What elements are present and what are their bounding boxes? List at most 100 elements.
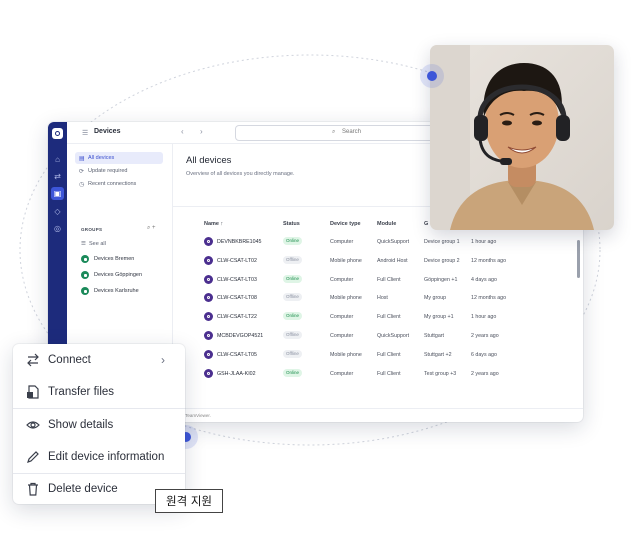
device-name: CLW-CSAT-LT22 (217, 314, 257, 321)
home-icon[interactable]: ⌂ (51, 153, 64, 166)
device-type: Computer (330, 314, 354, 321)
status-badge: Offline (283, 293, 302, 302)
column-header-status[interactable]: Status (283, 221, 300, 227)
device-icon (204, 274, 213, 284)
device-group: Device group 1 (424, 239, 460, 245)
device-icon (204, 312, 213, 322)
device-icon (204, 237, 213, 246)
sidebar-item-update-required[interactable]: ⟳ Update required (75, 165, 163, 177)
group-actions[interactable]: ⌕ + (147, 225, 156, 232)
device-type: Mobile phone (330, 257, 362, 264)
group-label: Devices Bremen (94, 256, 135, 262)
device-name: DEVNBKBRE1045 (217, 239, 262, 245)
menu-item-label: Show details (48, 419, 114, 431)
search-groups-icon[interactable]: ⌕ (147, 225, 150, 231)
search-input[interactable]: ⌕ Search Ctrl + K (235, 125, 460, 141)
menu-item-edit-device-information[interactable]: Edit device information (13, 441, 185, 473)
sidebar-item-label: Update required (88, 168, 128, 174)
last-seen: 12 months ago (471, 257, 507, 264)
table-row[interactable]: CLW-CSAT-LT08 Offline Mobile phone Host My g… (173, 289, 583, 308)
last-seen: 1 hour ago (471, 314, 497, 321)
device-module: QuickSupport (377, 239, 410, 245)
device-context-menu: Connect › Transfer files Show details Ed… (13, 344, 185, 504)
device-module: Full Client (377, 314, 401, 321)
menu-item-show-details[interactable]: Show details (13, 409, 185, 441)
last-seen: 12 months ago (471, 295, 507, 302)
status-badge: Offline (283, 331, 302, 339)
device-module: Full Client (377, 276, 401, 283)
search-placeholder: Search (342, 129, 362, 135)
column-header-module[interactable]: Module (377, 221, 396, 227)
support-agent-photo (430, 45, 614, 230)
tag-icon[interactable]: ◇ (51, 205, 64, 218)
device-type: Computer (330, 370, 354, 377)
table-row[interactable]: CLW-CSAT-LT03 Online Computer Full Client Gö… (173, 271, 583, 290)
group-label: Devices Karlsruhe (94, 288, 139, 294)
see-all-link[interactable]: ☰ See all (81, 241, 106, 247)
table-row[interactable]: MCBDEVGOP4521 Offline Computer QuickSupport… (173, 327, 583, 346)
table-row[interactable]: CLW-CSAT-LT05 Offline Mobile phone Full Cli… (173, 346, 583, 365)
last-seen: 4 days ago (471, 276, 497, 283)
device-icon (204, 349, 213, 359)
status-badge: Online (283, 368, 303, 377)
group-icon (81, 255, 89, 263)
menu-item-label: Connect (48, 354, 91, 366)
table-row[interactable]: CLW-CSAT-LT22 Online Computer Full Client My… (173, 308, 583, 327)
device-group: Stuttgart (424, 333, 445, 339)
devices-rail-icon[interactable]: ▣ (51, 187, 64, 200)
device-module: Full Client (377, 351, 401, 358)
column-header-group[interactable]: G (424, 221, 428, 227)
table-row[interactable]: GSH-JLAA-KI02 Online Computer Full Client Te… (173, 365, 583, 384)
menu-item-label: Edit device information (48, 451, 165, 463)
device-group: My group +1 (424, 314, 454, 321)
menu-item-label: Transfer files (48, 386, 115, 398)
column-header-device-type[interactable]: Device type (330, 221, 361, 227)
device-group: Test group +3 (424, 370, 457, 377)
sidebar-item-recent-connections[interactable]: ◷ Recent connections (75, 178, 163, 190)
device-type: Mobile phone (330, 351, 362, 358)
device-icon (204, 368, 213, 378)
device-type: Computer (330, 276, 354, 283)
device-module: Host (377, 295, 388, 302)
pencil-icon (27, 451, 39, 463)
caption-label: 원격 지원 (155, 489, 223, 513)
device-icon (204, 255, 213, 265)
device-icon (204, 293, 213, 303)
menu-item-connect[interactable]: Connect › (13, 344, 185, 376)
sidebar-item-label: Recent connections (88, 181, 137, 187)
eye-icon (26, 421, 40, 429)
forward-arrow-icon[interactable]: › (200, 127, 203, 136)
device-type: Computer (330, 333, 354, 339)
last-seen: 2 years ago (471, 333, 499, 339)
window-title: Devices (94, 128, 121, 135)
file-transfer-icon (27, 385, 39, 399)
group-item-karlsruhe[interactable]: Devices Karlsruhe (81, 287, 139, 295)
support-agent-illustration (430, 45, 614, 230)
last-seen: 1 hour ago (471, 239, 497, 245)
menu-item-transfer-files[interactable]: Transfer files (13, 376, 185, 408)
menu-item-label: Delete device (48, 483, 118, 495)
list-icon: ☰ (81, 241, 86, 247)
panel-icon[interactable]: ☰ (82, 129, 88, 137)
arrows-swap-icon (27, 353, 39, 367)
group-item-goeppingen[interactable]: Devices Göppingen (81, 271, 142, 279)
device-icon (204, 331, 213, 340)
last-seen: 2 years ago (471, 370, 499, 377)
last-seen: 6 days ago (471, 351, 497, 358)
scrollbar[interactable] (577, 240, 580, 278)
table-row[interactable]: CLW-CSAT-LT02 Offline Mobile phone Android … (173, 252, 583, 271)
back-arrow-icon[interactable]: ‹ (181, 127, 184, 136)
column-header-name[interactable]: Name ↑ (204, 221, 223, 227)
table-row[interactable]: DEVNBKBRE1045 Online Computer QuickSupport D… (173, 233, 583, 252)
add-group-icon[interactable]: + (152, 225, 156, 231)
connections-icon[interactable]: ⇄ (51, 170, 64, 183)
sidebar-item-all-devices[interactable]: ▤ All devices (75, 152, 163, 164)
group-item-bremen[interactable]: Devices Bremen (81, 255, 134, 263)
settings-rail-icon[interactable]: ◎ (51, 222, 64, 235)
devices-icon: ▤ (79, 155, 85, 162)
see-all-label: See all (89, 241, 106, 247)
device-module: Android Host (377, 257, 408, 264)
device-group: Device group 2 (424, 257, 460, 264)
teamviewer-logo-icon (52, 128, 63, 139)
group-icon (81, 287, 89, 295)
